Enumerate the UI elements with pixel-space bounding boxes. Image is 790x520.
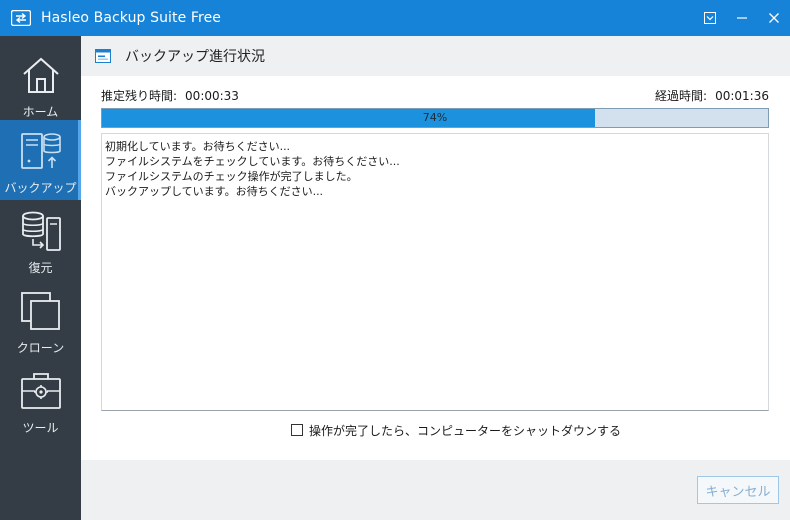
progress-window-icon bbox=[95, 49, 111, 63]
log-output: 初期化しています。お待ちください... ファイルシステムをチェックしています。お待… bbox=[101, 133, 769, 411]
sidebar-item-label: ツール bbox=[22, 421, 59, 435]
sidebar: ホーム バックアップ 復元 クローン ツール bbox=[0, 36, 81, 520]
sidebar-item-label: 復元 bbox=[28, 261, 53, 275]
time-info: 推定残り時間: 00:00:33 経過時間: 00:01:36 bbox=[101, 87, 769, 105]
restore-icon bbox=[19, 209, 63, 253]
backup-icon bbox=[19, 129, 63, 173]
sidebar-item-clone[interactable]: クローン bbox=[0, 280, 81, 360]
sidebar-item-label: ホーム bbox=[22, 105, 59, 119]
log-line: 初期化しています。お待ちください... bbox=[105, 140, 291, 153]
log-line: ファイルシステムをチェックしています。お待ちください... bbox=[105, 155, 400, 168]
log-line: ファイルシステムのチェック操作が完了しました。 bbox=[105, 170, 358, 183]
sidebar-item-label: バックアップ bbox=[4, 181, 77, 195]
window-title: Hasleo Backup Suite Free bbox=[41, 10, 221, 26]
sidebar-item-tools[interactable]: ツール bbox=[0, 360, 81, 440]
elapsed-time: 経過時間: 00:01:36 bbox=[655, 87, 769, 104]
sidebar-item-restore[interactable]: 復元 bbox=[0, 200, 81, 280]
sidebar-item-label: クローン bbox=[16, 341, 65, 355]
elapsed-time-label: 経過時間: bbox=[655, 89, 708, 103]
toolbox-icon bbox=[19, 369, 63, 413]
window-controls bbox=[694, 0, 790, 36]
menu-dropdown-icon[interactable] bbox=[694, 0, 726, 36]
remaining-time-value: 00:00:33 bbox=[185, 89, 239, 103]
page-title: バックアップ進行状況 bbox=[125, 49, 265, 65]
log-line: バックアップしています。お待ちください... bbox=[105, 185, 324, 198]
page-header: バックアップ進行状況 bbox=[81, 36, 790, 76]
elapsed-time-value: 00:01:36 bbox=[715, 89, 769, 103]
shutdown-option[interactable]: 操作が完了したら、コンピューターをシャットダウンする bbox=[291, 422, 621, 438]
shutdown-checkbox[interactable] bbox=[291, 424, 303, 436]
sidebar-item-backup[interactable]: バックアップ bbox=[0, 120, 81, 200]
main-panel: バックアップ進行状況 推定残り時間: 00:00:33 経過時間: 00:01:36… bbox=[81, 36, 790, 520]
close-icon[interactable] bbox=[758, 0, 790, 36]
footer-bar: キャンセル bbox=[81, 460, 790, 520]
clone-icon bbox=[19, 289, 63, 333]
home-icon bbox=[19, 53, 63, 97]
remaining-time: 推定残り時間: 00:00:33 bbox=[101, 87, 239, 104]
remaining-time-label: 推定残り時間: bbox=[101, 89, 178, 103]
sidebar-item-home[interactable]: ホーム bbox=[0, 44, 81, 124]
progress-percent: 74% bbox=[422, 111, 448, 124]
title-bar: Hasleo Backup Suite Free bbox=[0, 0, 790, 36]
minimize-icon[interactable] bbox=[726, 0, 758, 36]
app-logo-icon bbox=[10, 7, 32, 29]
progress-bar: 74% bbox=[101, 108, 769, 128]
cancel-button[interactable]: キャンセル bbox=[697, 476, 779, 504]
shutdown-label: 操作が完了したら、コンピューターをシャットダウンする bbox=[309, 423, 622, 438]
